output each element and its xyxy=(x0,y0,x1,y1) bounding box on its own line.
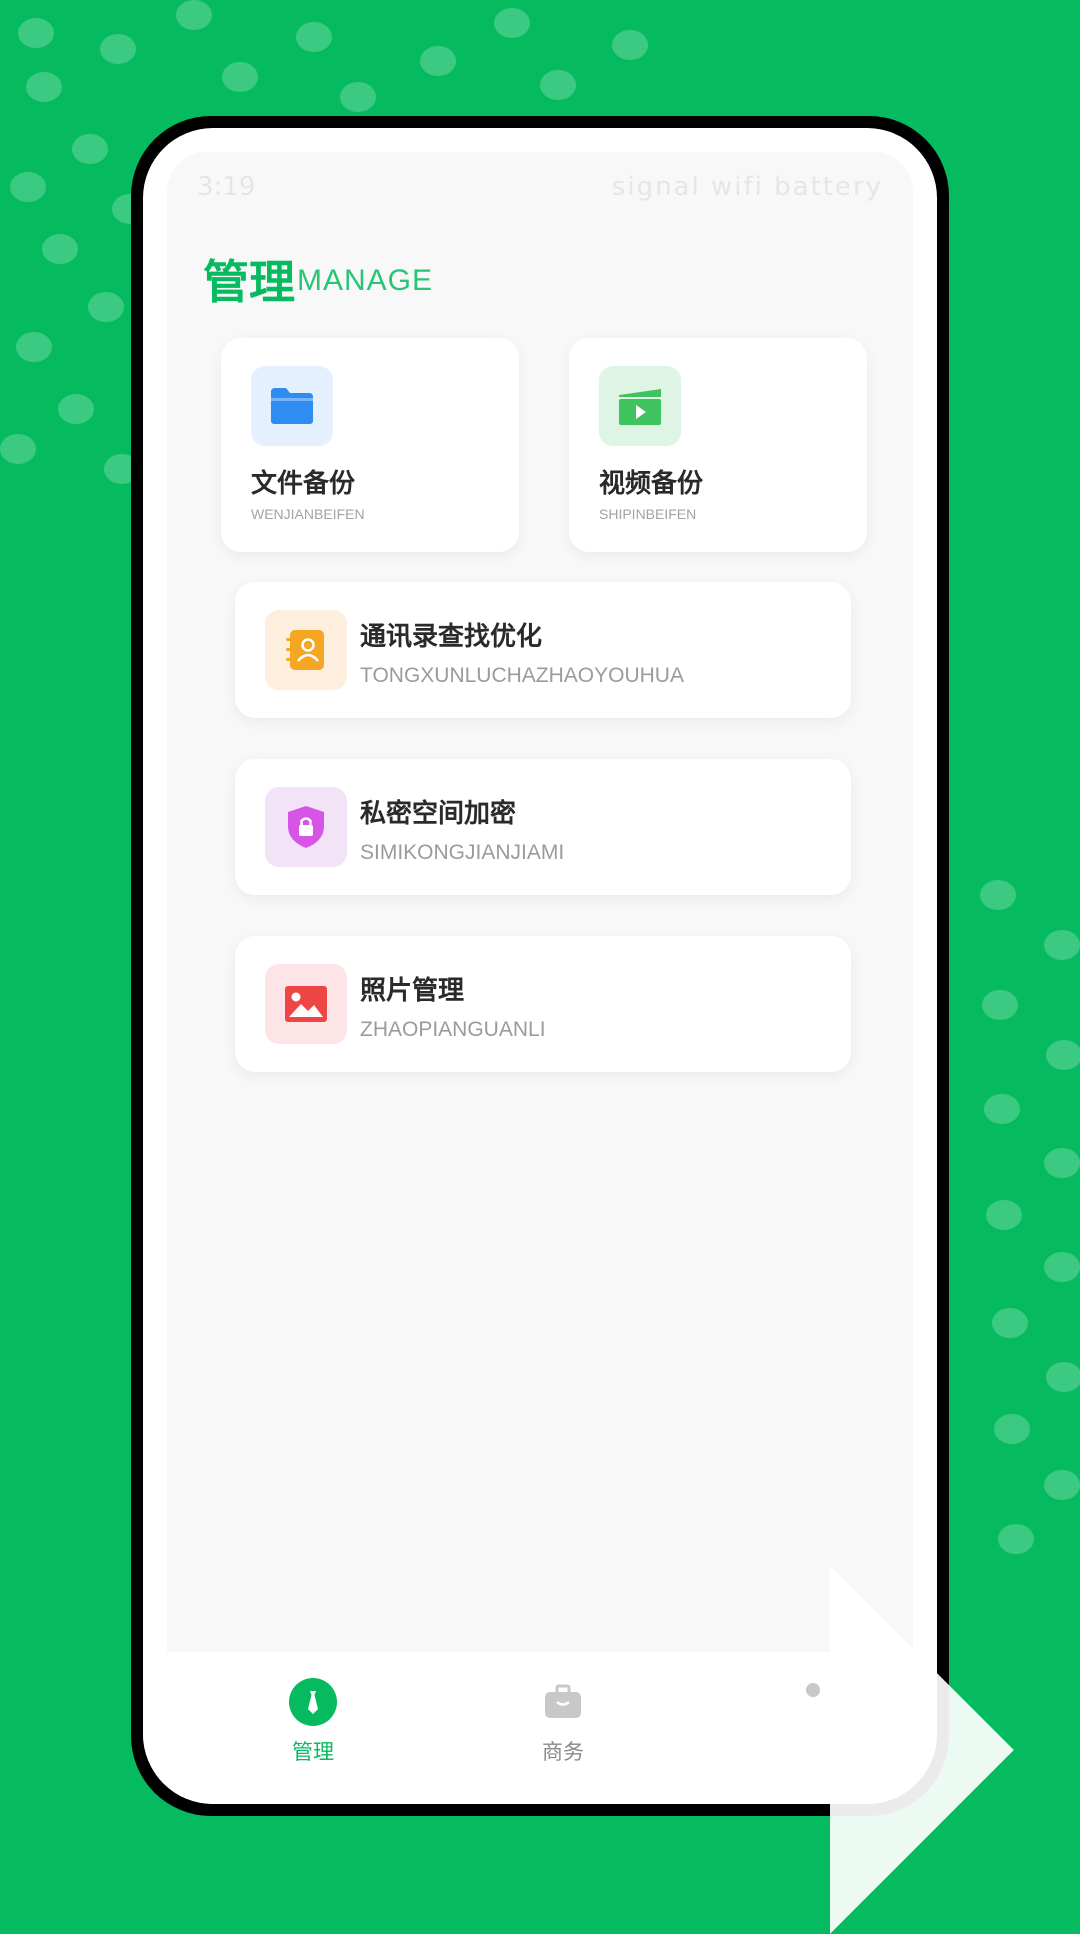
briefcase-icon xyxy=(539,1678,587,1726)
main-content: 3:19 signal wifi battery 管理 MANAGE 文件备份 … xyxy=(167,152,913,1652)
contacts-book-icon xyxy=(286,630,324,670)
tab-label: 管理 xyxy=(292,1740,334,1764)
file-backup-card[interactable]: 文件备份 WENJIANBEIFEN xyxy=(221,338,519,552)
card-title: 视频备份 xyxy=(599,469,704,499)
photo-manage-icon-box xyxy=(265,964,347,1044)
card-title: 私密空间加密 xyxy=(360,799,517,829)
private-space-icon-box xyxy=(265,787,347,867)
shield-lock-icon xyxy=(288,806,324,848)
video-backup-card[interactable]: 视频备份 SHIPINBEIFEN xyxy=(569,338,867,552)
tab-business[interactable]: 商务 xyxy=(503,1678,623,1766)
card-title: 照片管理 xyxy=(360,976,465,1006)
contacts-optimize-card[interactable]: 通讯录查找优化 TONGXUNLUCHAZHAOYOUHUA xyxy=(235,582,851,718)
card-subtitle: SHIPINBEIFEN xyxy=(599,506,697,522)
file-backup-icon-box xyxy=(251,366,333,446)
card-title: 文件备份 xyxy=(251,469,356,499)
status-indicators: signal wifi battery xyxy=(611,172,883,202)
card-subtitle: WENJIANBEIFEN xyxy=(251,506,365,522)
page-subtitle: MANAGE xyxy=(297,264,434,297)
page-title: 管理 xyxy=(203,255,295,309)
card-subtitle: TONGXUNLUCHAZHAOYOUHUA xyxy=(360,664,684,687)
status-time: 3:19 xyxy=(197,172,256,202)
card-title: 通讯录查找优化 xyxy=(360,622,543,652)
photo-manage-card[interactable]: 照片管理 ZHAOPIANGUANLI xyxy=(235,936,851,1072)
private-space-card[interactable]: 私密空间加密 SIMIKONGJIANJIAMI xyxy=(235,759,851,895)
status-bar: 3:19 signal wifi battery xyxy=(197,172,883,212)
card-subtitle: SIMIKONGJIANJIAMI xyxy=(360,841,565,864)
folder-icon xyxy=(271,388,313,424)
image-icon xyxy=(285,986,327,1022)
phone-screen: 3:19 signal wifi battery 管理 MANAGE 文件备份 … xyxy=(143,128,937,1804)
phone-frame: 3:19 signal wifi battery 管理 MANAGE 文件备份 … xyxy=(131,116,949,1816)
contacts-icon-box xyxy=(265,610,347,690)
video-clapper-icon xyxy=(619,389,661,425)
tie-icon xyxy=(289,1678,337,1726)
video-backup-icon-box xyxy=(599,366,681,446)
card-subtitle: ZHAOPIANGUANLI xyxy=(360,1018,546,1041)
tab-label: 商务 xyxy=(542,1740,584,1764)
tab-manage[interactable]: 管理 xyxy=(253,1678,373,1766)
